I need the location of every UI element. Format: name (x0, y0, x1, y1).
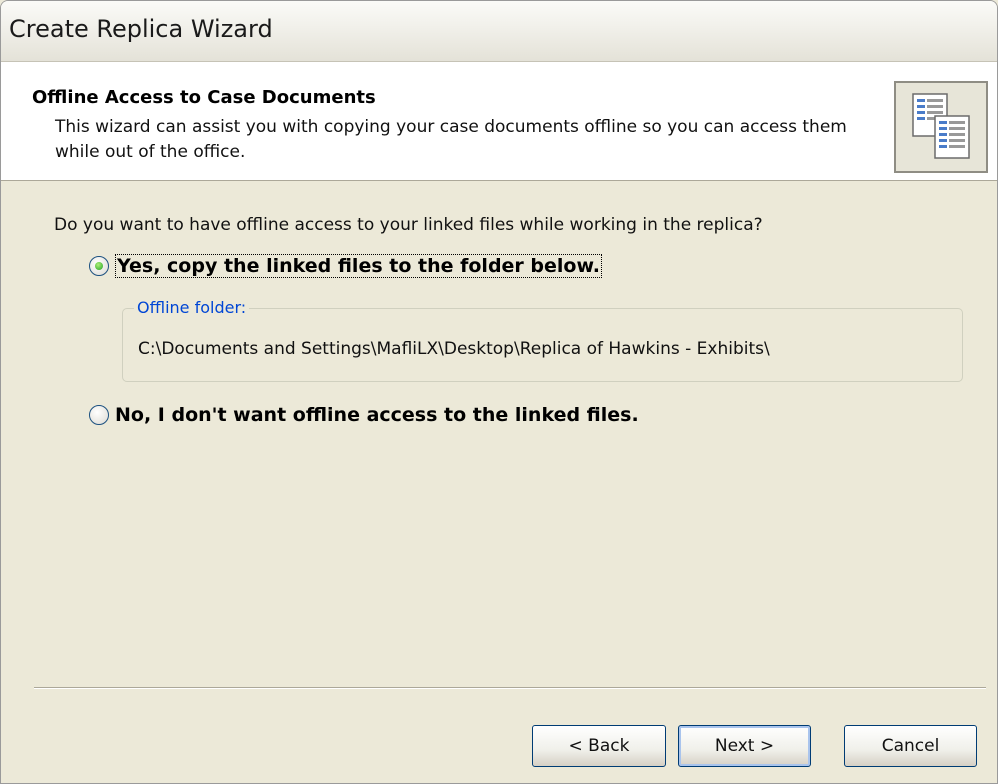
next-button[interactable]: Next > (678, 725, 811, 767)
wizard-header: Offline Access to Case Documents This wi… (1, 62, 997, 181)
cancel-button[interactable]: Cancel (844, 725, 977, 767)
radio-unselected-icon[interactable] (89, 405, 109, 425)
offline-folder-path: C:\Documents and Settings\MafliLX\Deskto… (138, 339, 770, 359)
radio-option-copy-files[interactable]: Yes, copy the linked files to the folder… (89, 254, 603, 278)
footer-separator (34, 687, 986, 689)
back-button[interactable]: < Back (532, 725, 666, 767)
header-description: This wizard can assist you with copying … (55, 117, 847, 162)
radio-option-no-offline[interactable]: No, I don't want offline access to the l… (89, 404, 639, 426)
offline-access-question: Do you want to have offline access to yo… (54, 215, 763, 235)
offline-folder-group: Offline folder: C:\Documents and Setting… (122, 298, 963, 382)
radio-selected-icon[interactable] (89, 256, 109, 276)
title-bar[interactable]: Create Replica Wizard (1, 1, 997, 62)
offline-folder-legend: Offline folder: (134, 298, 250, 317)
radio-option-copy-files-label[interactable]: Yes, copy the linked files to the folder… (115, 254, 603, 278)
radio-option-no-offline-label[interactable]: No, I don't want offline access to the l… (115, 404, 639, 426)
wizard-window: Create Replica Wizard Offline Access to … (0, 0, 998, 784)
window-title: Create Replica Wizard (9, 15, 273, 43)
header-title: Offline Access to Case Documents (32, 87, 376, 108)
documents-copy-icon (894, 81, 988, 173)
